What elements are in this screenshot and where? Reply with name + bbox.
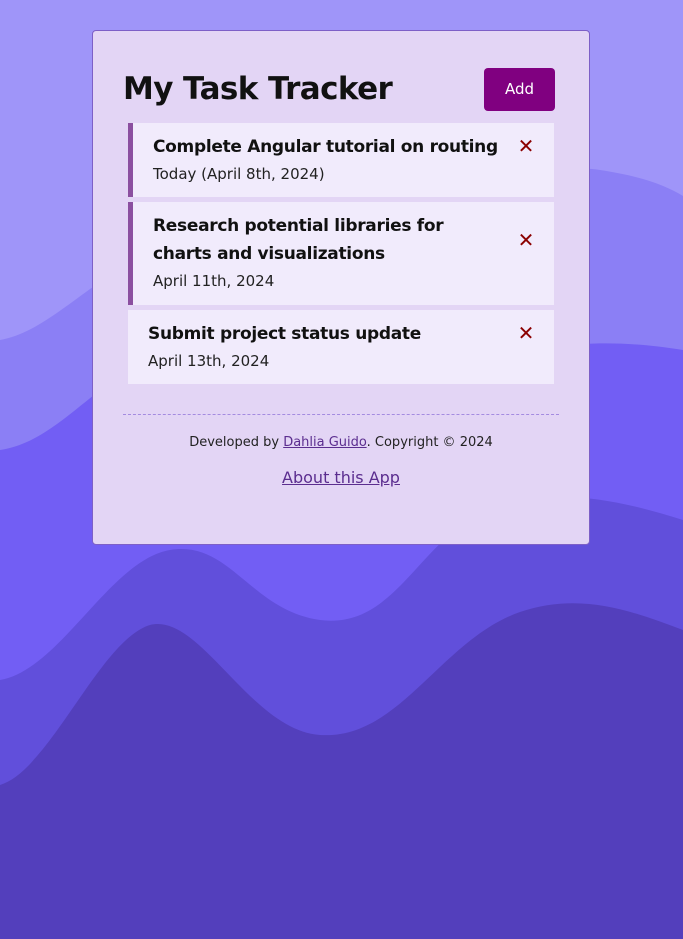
footer-copyright: Developed by Dahlia Guido. Copyright © 2… — [123, 435, 559, 450]
close-icon[interactable]: ✕ — [516, 323, 536, 343]
close-icon[interactable]: ✕ — [516, 230, 536, 250]
task-date: Today (April 8th, 2024) — [153, 165, 325, 183]
task-item[interactable]: Submit project status update April 13th,… — [128, 310, 554, 384]
task-item[interactable]: Complete Angular tutorial on routing Tod… — [128, 123, 554, 197]
close-icon[interactable]: ✕ — [516, 136, 536, 156]
footer-prefix: Developed by — [189, 435, 284, 450]
footer-suffix: . Copyright © 2024 — [366, 435, 493, 450]
task-list: Complete Angular tutorial on routing Tod… — [128, 123, 554, 384]
footer: Developed by Dahlia Guido. Copyright © 2… — [123, 414, 559, 487]
task-item[interactable]: Research potential libraries for charts … — [128, 202, 554, 305]
about-link[interactable]: About this App — [282, 468, 400, 487]
task-title: Submit project status update — [148, 324, 421, 344]
task-date: April 11th, 2024 — [153, 272, 275, 290]
page-title: My Task Tracker — [123, 71, 393, 107]
task-tracker-card: My Task Tracker Add Complete Angular tut… — [92, 30, 590, 545]
author-link[interactable]: Dahlia Guido — [283, 435, 366, 450]
task-title: Complete Angular tutorial on routing — [153, 137, 498, 157]
header: My Task Tracker Add — [123, 67, 559, 111]
task-date: April 13th, 2024 — [148, 352, 270, 370]
task-title: Research potential libraries for charts … — [153, 216, 444, 264]
add-task-button[interactable]: Add — [484, 67, 555, 111]
